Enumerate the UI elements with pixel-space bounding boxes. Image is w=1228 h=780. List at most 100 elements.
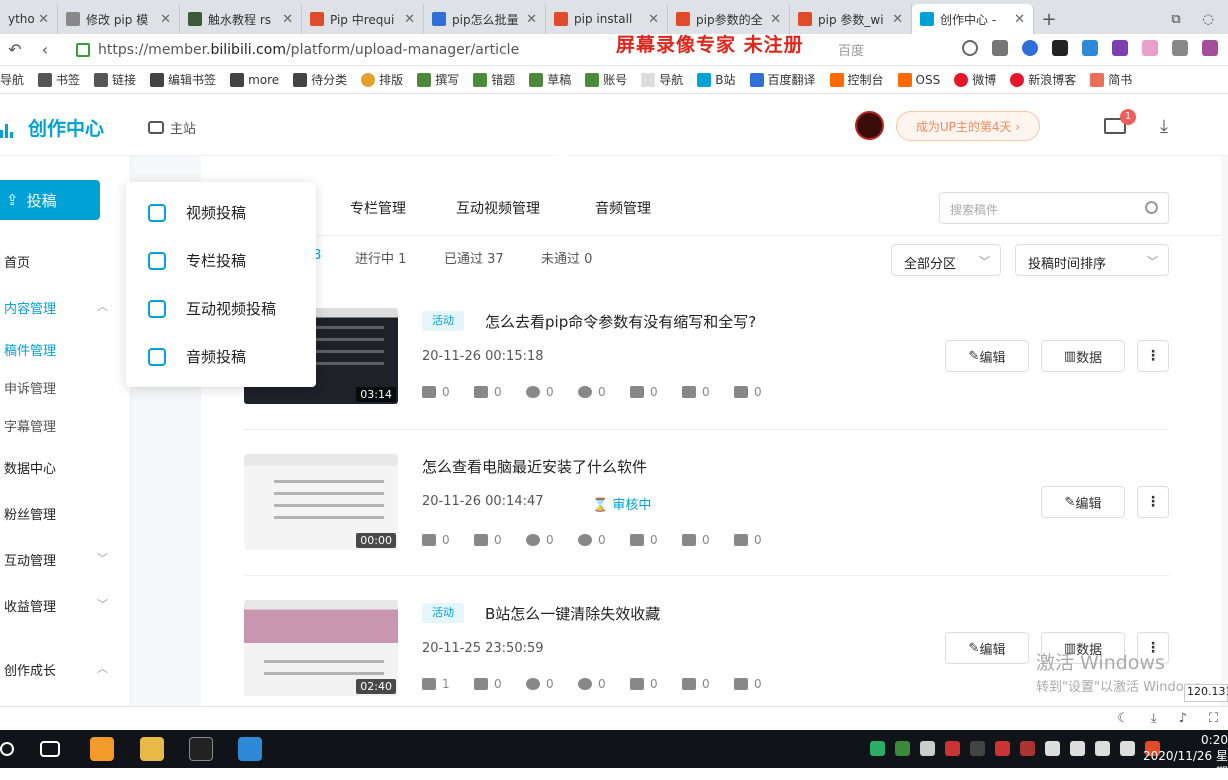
bookmark-item[interactable]: B站	[697, 71, 736, 88]
battery-icon[interactable]	[1095, 741, 1110, 756]
browser-tab[interactable]: pip 参数_wi ✕	[790, 4, 912, 34]
ext-icon[interactable]	[1142, 40, 1158, 56]
menu-item-video-post[interactable]: 视频投稿	[148, 202, 246, 223]
avatar[interactable]	[855, 111, 884, 140]
onenote-icon[interactable]	[1112, 40, 1128, 56]
close-icon[interactable]: ✕	[770, 12, 781, 27]
bookmark-item[interactable]: 错题	[473, 71, 515, 88]
url-field[interactable]: https://member.bilibili.com/platform/upl…	[98, 42, 578, 58]
browser-tab-active[interactable]: 创作中心 - ✕	[912, 4, 1034, 34]
browser-tab[interactable]: 修改 pip 模 ✕	[58, 4, 180, 34]
ime-icon[interactable]	[1120, 741, 1135, 756]
wechat-icon[interactable]	[870, 741, 885, 756]
search-icon[interactable]	[0, 742, 14, 756]
edit-button[interactable]: ✎ 编辑	[945, 632, 1029, 664]
bookmark-item[interactable]: OSS	[897, 72, 940, 87]
bookmark-item[interactable]: 链接	[94, 71, 136, 88]
bookmark-item[interactable]: 简书	[1090, 71, 1132, 88]
bookmark-item[interactable]: 账号	[585, 71, 627, 88]
bookmark-item[interactable]: 排版	[361, 71, 403, 88]
close-icon[interactable]: ✕	[404, 12, 415, 27]
sidebar-item-manuscripts[interactable]: 稿件管理	[4, 340, 108, 359]
video-title[interactable]: 怎么去看pip命令参数有没有缩写和全写?	[485, 311, 756, 332]
search-icon[interactable]	[1145, 201, 1158, 214]
browser-app-icon[interactable]	[90, 737, 114, 761]
browser-tab[interactable]: pip怎么批量 ✕	[424, 4, 546, 34]
download-icon[interactable]: ⤓	[1151, 711, 1157, 726]
speaker-red-icon[interactable]	[945, 741, 960, 756]
close-icon[interactable]: ✕	[1014, 12, 1025, 27]
up-days-badge[interactable]: 成为UP主的第4天 ›	[896, 111, 1040, 141]
menu-item-interactive-post[interactable]: 互动视频投稿	[148, 298, 276, 319]
sidebar-item-fans[interactable]: 粉丝管理	[4, 504, 108, 523]
bookmark-folder[interactable]: more	[230, 72, 279, 87]
undo-icon[interactable]: ↶	[0, 40, 30, 59]
creator-center-logo[interactable]: 创作中心	[0, 114, 104, 141]
volume-icon[interactable]	[1045, 741, 1060, 756]
download-icon[interactable]	[1172, 40, 1188, 56]
bookmark-item[interactable]: 草稿	[529, 71, 571, 88]
sync-icon[interactable]	[1082, 40, 1098, 56]
game-icon[interactable]	[1052, 40, 1068, 56]
browser-tab[interactable]: Pip 中requi ✕	[302, 4, 424, 34]
download-icon[interactable]: ⤓	[1160, 116, 1168, 137]
more-button[interactable]: ⋮	[1137, 340, 1169, 372]
bookmark-item[interactable]: 撰写	[417, 71, 459, 88]
bookmark-item[interactable]: 导航	[0, 71, 24, 88]
sidebar-item-data[interactable]: 数据中心	[4, 458, 108, 477]
close-icon[interactable]: ✕	[648, 12, 659, 27]
more-button[interactable]: ⋮	[1137, 486, 1169, 518]
sidebar-item-interaction[interactable]: 互动管理 ﹀	[4, 550, 108, 569]
video-title[interactable]: B站怎么一键清除失效收藏	[485, 603, 660, 624]
sort-select[interactable]: 投稿时间排序 ﹀	[1015, 244, 1169, 276]
folder-app-icon[interactable]	[140, 737, 164, 761]
cart-icon[interactable]	[992, 40, 1008, 56]
tab-interactive-video[interactable]: 互动视频管理	[456, 198, 540, 218]
sidebar-item-growth[interactable]: 创作成长 ︿	[4, 660, 108, 679]
sidebar-item-content[interactable]: 内容管理 ︿	[4, 298, 108, 317]
menu-item-audio-post[interactable]: 音频投稿	[148, 346, 246, 367]
sidebar-item-appeals[interactable]: 申诉管理	[4, 378, 108, 397]
sidebar-item-subtitles[interactable]: 字幕管理	[4, 416, 108, 435]
filter-rejected[interactable]: 未通过 0	[541, 248, 592, 267]
volume-icon[interactable]: ♪	[1179, 711, 1187, 726]
tray-app-icon[interactable]	[1020, 741, 1035, 756]
restore-icon[interactable]: ⧉	[1171, 12, 1180, 27]
bookmark-item[interactable]: 微博	[954, 71, 996, 88]
tray-app-icon[interactable]	[995, 741, 1010, 756]
bookmark-item[interactable]: 书签	[38, 71, 80, 88]
menu-item-column-post[interactable]: 专栏投稿	[148, 250, 246, 271]
search-engine-field[interactable]: 百度	[838, 40, 864, 59]
video-title[interactable]: 怎么查看电脑最近安装了什么软件	[422, 456, 647, 477]
video-thumbnail[interactable]: 02:40	[244, 600, 398, 696]
sidebar-item-home[interactable]: 首页	[4, 252, 108, 271]
skin-icon[interactable]: ◌	[1203, 12, 1214, 27]
browser-tab[interactable]: 触水教程 rs ✕	[180, 4, 302, 34]
task-view-icon[interactable]	[40, 741, 60, 757]
bookmark-item[interactable]: 导航	[641, 71, 683, 88]
video-thumbnail[interactable]: 00:00	[244, 454, 398, 550]
close-icon[interactable]: ✕	[160, 12, 171, 27]
close-icon[interactable]: ✕	[282, 12, 293, 27]
zone-select[interactable]: 全部分区 ﹀	[891, 244, 1001, 276]
search-input[interactable]: 搜索稿件	[939, 192, 1169, 224]
back-icon[interactable]: ‹	[30, 40, 60, 59]
data-button[interactable]: ▥ 数据	[1041, 340, 1125, 372]
bookmark-item[interactable]: 控制台	[829, 71, 884, 88]
bookmark-item[interactable]: 百度翻译	[749, 71, 816, 88]
close-icon[interactable]: ✕	[892, 12, 903, 27]
tray-app-icon[interactable]	[970, 741, 985, 756]
bookmark-folder[interactable]: 待分类	[293, 71, 347, 88]
night-mode-icon[interactable]: ☾	[1117, 711, 1129, 726]
edit-button[interactable]: ✎ 编辑	[945, 340, 1029, 372]
tab-column[interactable]: 专栏管理	[350, 198, 406, 218]
browser-tab[interactable]: ytho ✕	[0, 4, 58, 34]
post-button[interactable]: ⇪ 投稿	[0, 180, 100, 220]
filter-in-progress[interactable]: 进行中 1	[355, 248, 406, 267]
edit-button[interactable]: ✎ 编辑	[1041, 486, 1125, 518]
notepad-app-icon[interactable]	[238, 737, 262, 761]
fullscreen-icon[interactable]: ⛶	[1209, 711, 1218, 726]
terminal-app-icon[interactable]	[189, 737, 213, 761]
pen-icon[interactable]	[1202, 40, 1218, 56]
network-icon[interactable]	[1070, 741, 1085, 756]
